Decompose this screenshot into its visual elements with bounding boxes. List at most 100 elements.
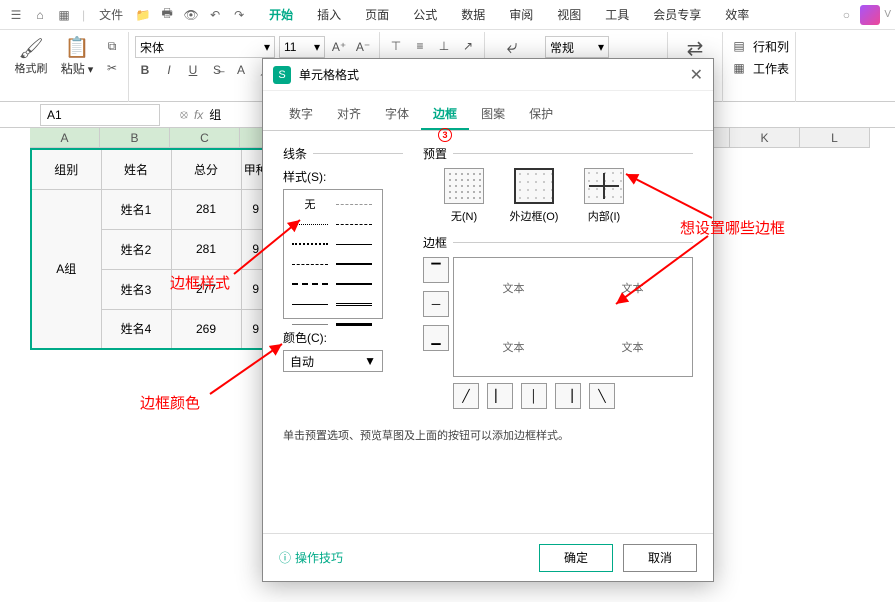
- line-style-picker[interactable]: 无: [283, 189, 383, 319]
- menu-insert[interactable]: 插入: [305, 0, 353, 30]
- tab-align[interactable]: 对齐: [325, 99, 373, 130]
- close-icon[interactable]: ✕: [690, 65, 703, 85]
- style-opt[interactable]: [288, 234, 332, 254]
- worksheet-label[interactable]: 工作表: [753, 60, 789, 77]
- style-opt[interactable]: [332, 194, 376, 214]
- style-opt[interactable]: [332, 254, 376, 274]
- col-L[interactable]: L: [800, 128, 870, 148]
- print-icon[interactable]: 🖶: [155, 3, 179, 27]
- border-bottom-button[interactable]: ▁: [423, 325, 449, 351]
- name-box[interactable]: A1: [40, 104, 160, 126]
- menu-efficiency[interactable]: 效率: [713, 0, 761, 30]
- border-diag1-button[interactable]: ╱: [453, 383, 479, 409]
- file-menu[interactable]: 文件: [91, 6, 131, 23]
- new-doc-icon[interactable]: ▦: [52, 3, 76, 27]
- align-top-icon[interactable]: ⊤: [386, 36, 406, 56]
- brush-icon: 🖌: [21, 38, 41, 58]
- style-opt[interactable]: [332, 234, 376, 254]
- tips-link[interactable]: ⓘ操作技巧: [279, 549, 343, 566]
- cut-icon[interactable]: ✂: [102, 58, 122, 78]
- italic-icon[interactable]: I: [159, 60, 179, 80]
- dialog-footer: ⓘ操作技巧 确定 取消: [263, 533, 713, 581]
- number-format-select[interactable]: 常规▾: [545, 36, 609, 58]
- style-opt[interactable]: [332, 314, 376, 334]
- preset-outer[interactable]: 外边框(O): [509, 168, 559, 224]
- style-opt[interactable]: [288, 294, 332, 314]
- copy-icon[interactable]: ⧉: [102, 36, 122, 56]
- orientation-icon[interactable]: ↗: [458, 36, 478, 56]
- format-painter[interactable]: 🖌 格式刷: [10, 34, 52, 76]
- border-preview[interactable]: 文本文本 文本文本: [453, 257, 693, 377]
- border-left-button[interactable]: ▏: [487, 383, 513, 409]
- align-middle-icon[interactable]: ≡: [410, 36, 430, 56]
- menu-formula[interactable]: 公式: [401, 0, 449, 30]
- search-icon[interactable]: ○: [836, 5, 856, 25]
- preset-inner[interactable]: 内部(I): [579, 168, 629, 224]
- style-none[interactable]: 无: [305, 196, 316, 212]
- border-right-button[interactable]: ▕: [555, 383, 581, 409]
- strike-icon[interactable]: S̶: [207, 60, 227, 80]
- color-picker[interactable]: 自动▼: [283, 350, 383, 372]
- col-C[interactable]: C: [170, 128, 240, 148]
- style-opt[interactable]: [332, 274, 376, 294]
- fx-icon[interactable]: fx: [194, 108, 203, 122]
- cancel-button[interactable]: 取消: [623, 544, 697, 572]
- home-icon[interactable]: ⌂: [28, 3, 52, 27]
- menu-view[interactable]: 视图: [545, 0, 593, 30]
- col-B[interactable]: B: [100, 128, 170, 148]
- style-opt[interactable]: [288, 254, 332, 274]
- cell: 组别: [31, 149, 101, 189]
- style-opt[interactable]: [332, 214, 376, 234]
- tab-protect[interactable]: 保护: [517, 99, 565, 130]
- menu-vip[interactable]: 会员专享: [641, 0, 713, 30]
- formula-input[interactable]: 组: [209, 106, 221, 123]
- dialog-title: 单元格格式: [299, 66, 359, 83]
- ai-label: V: [884, 9, 891, 20]
- align-bottom-icon[interactable]: ⊥: [434, 36, 454, 56]
- data-table[interactable]: 组别 姓名 总分 甲种 A组姓名12819 姓名22819 姓名32779 姓名…: [30, 148, 272, 350]
- menu-start[interactable]: 开始: [257, 0, 305, 30]
- border-top-button[interactable]: ▔: [423, 257, 449, 283]
- tab-number[interactable]: 数字: [277, 99, 325, 130]
- font-name-select[interactable]: 宋体▾: [135, 36, 275, 58]
- border-hmiddle-button[interactable]: ─: [423, 291, 449, 317]
- preset-none[interactable]: 无(N): [439, 168, 489, 224]
- paste-button[interactable]: 📋 粘贴 ▾: [56, 34, 98, 77]
- cell: 姓名1: [101, 189, 171, 229]
- col-A[interactable]: A: [30, 128, 100, 148]
- worksheet-icon[interactable]: ▦: [729, 58, 749, 78]
- border-vmiddle-button[interactable]: │: [521, 383, 547, 409]
- main-menu: 开始 插入 页面 公式 数据 审阅 视图 工具 会员专享 效率: [257, 0, 761, 30]
- menu-page[interactable]: 页面: [353, 0, 401, 30]
- ok-button[interactable]: 确定: [539, 544, 613, 572]
- tab-pattern[interactable]: 图案: [469, 99, 517, 130]
- open-icon[interactable]: 📁: [131, 3, 155, 27]
- menu-tools[interactable]: 工具: [593, 0, 641, 30]
- underline-icon[interactable]: U: [183, 60, 203, 80]
- style-opt[interactable]: [288, 214, 332, 234]
- decrease-font-icon[interactable]: A⁻: [353, 37, 373, 57]
- tab-font[interactable]: 字体: [373, 99, 421, 130]
- tab-border[interactable]: 边框3: [421, 99, 469, 130]
- fx-cancel-icon[interactable]: ⦻: [180, 107, 188, 122]
- style-opt[interactable]: [332, 294, 376, 314]
- font-color-icon[interactable]: A: [231, 60, 251, 80]
- menu-review[interactable]: 审阅: [497, 0, 545, 30]
- rows-cols-label[interactable]: 行和列: [753, 38, 789, 55]
- bold-icon[interactable]: B: [135, 60, 155, 80]
- increase-font-icon[interactable]: A⁺: [329, 37, 349, 57]
- redo-icon[interactable]: ↷: [227, 3, 251, 27]
- cell: 总分: [171, 149, 241, 189]
- preview-icon[interactable]: 👁: [179, 3, 203, 27]
- ai-icon[interactable]: [860, 5, 880, 25]
- undo-icon[interactable]: ↶: [203, 3, 227, 27]
- style-opt[interactable]: [288, 274, 332, 294]
- table-row: A组姓名12819: [31, 189, 271, 229]
- col-K[interactable]: K: [730, 128, 800, 148]
- lightbulb-icon: ⓘ: [279, 549, 291, 566]
- border-diag2-button[interactable]: ╲: [589, 383, 615, 409]
- app-menu-icon[interactable]: ☰: [4, 3, 28, 27]
- menu-data[interactable]: 数据: [449, 0, 497, 30]
- rows-cols-icon[interactable]: ▤: [729, 36, 749, 56]
- font-size-select[interactable]: 11▾: [279, 36, 325, 58]
